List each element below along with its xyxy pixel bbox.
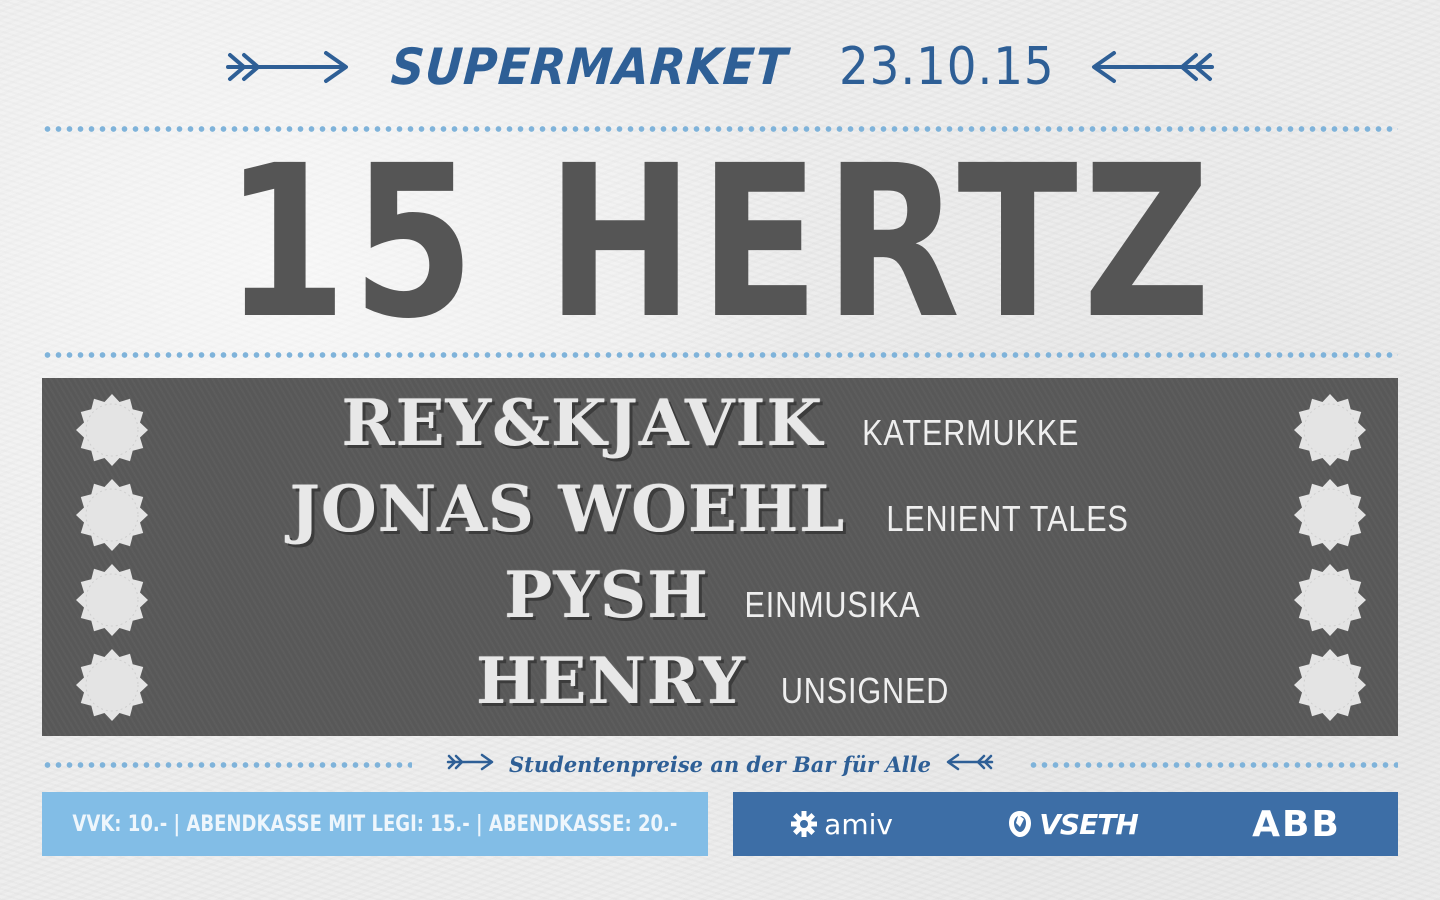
lineup-row: REY&KJAVIK KATERMUKKE — [42, 386, 1398, 472]
bar-note: Studentenpreise an der Bar für Alle — [509, 751, 931, 777]
sponsor-abb: ABB — [1252, 804, 1341, 845]
record-label: LENIENT TALES — [886, 498, 1129, 539]
event-title: 15 HERTZ — [224, 120, 1216, 365]
lineup-panel: REY&KJAVIK KATERMUKKE JONAS WOEHL LENIEN… — [42, 378, 1398, 736]
artist-name: HENRY — [476, 644, 746, 719]
lineup-row: JONAS WOEHL LENIENT TALES — [42, 472, 1398, 558]
sponsor-vseth: VSETH — [1007, 807, 1139, 841]
scalloped-badge-icon — [1293, 393, 1367, 467]
lineup-row: HENRY UNSIGNED — [42, 644, 1398, 730]
scalloped-badge-icon — [75, 648, 149, 722]
bar-note-row: Studentenpreise an der Bar für Alle — [0, 744, 1440, 784]
small-arrow-right-icon — [445, 751, 495, 777]
sponsor-name: amiv — [824, 807, 893, 841]
sponsor-name: VSETH — [1039, 807, 1138, 841]
record-label: KATERMUKKE — [862, 412, 1080, 453]
artist-name: JONAS WOEHL — [289, 472, 846, 547]
scalloped-badge-icon — [1293, 563, 1367, 637]
arrow-right-icon — [222, 47, 352, 87]
scalloped-badge-icon — [75, 478, 149, 552]
scalloped-badge-icon — [75, 563, 149, 637]
scalloped-badge-icon — [1293, 478, 1367, 552]
lineup-row: PYSH EINMUSIKA — [42, 558, 1398, 644]
gear-icon — [791, 811, 818, 837]
venue-name: SUPERMARKET — [389, 38, 790, 96]
sponsor-name: ABB — [1252, 803, 1341, 845]
artist-name: PYSH — [504, 558, 709, 633]
arrow-left-icon — [1088, 47, 1218, 87]
small-arrow-left-icon — [945, 751, 995, 777]
event-date: 23.10.15 — [838, 37, 1055, 97]
scalloped-badge-icon — [75, 393, 149, 467]
vseth-logo-icon — [1009, 811, 1032, 837]
record-label: EINMUSIKA — [744, 584, 921, 625]
record-label: UNSIGNED — [780, 670, 949, 711]
sponsor-amiv: amiv — [790, 808, 893, 841]
price-bar: VVK: 10.- | ABENDKASSE MIT LEGI: 15.- | … — [42, 792, 708, 856]
scalloped-badge-icon — [1293, 648, 1367, 722]
price-info: VVK: 10.- | ABENDKASSE MIT LEGI: 15.- | … — [72, 811, 678, 837]
sponsor-bar: amiv VSETH ABB — [733, 792, 1398, 856]
dotted-divider-middle — [42, 352, 1398, 358]
header: SUPERMARKET 23.10.15 — [0, 22, 1440, 112]
artist-name: REY&KJAVIK — [341, 386, 824, 461]
